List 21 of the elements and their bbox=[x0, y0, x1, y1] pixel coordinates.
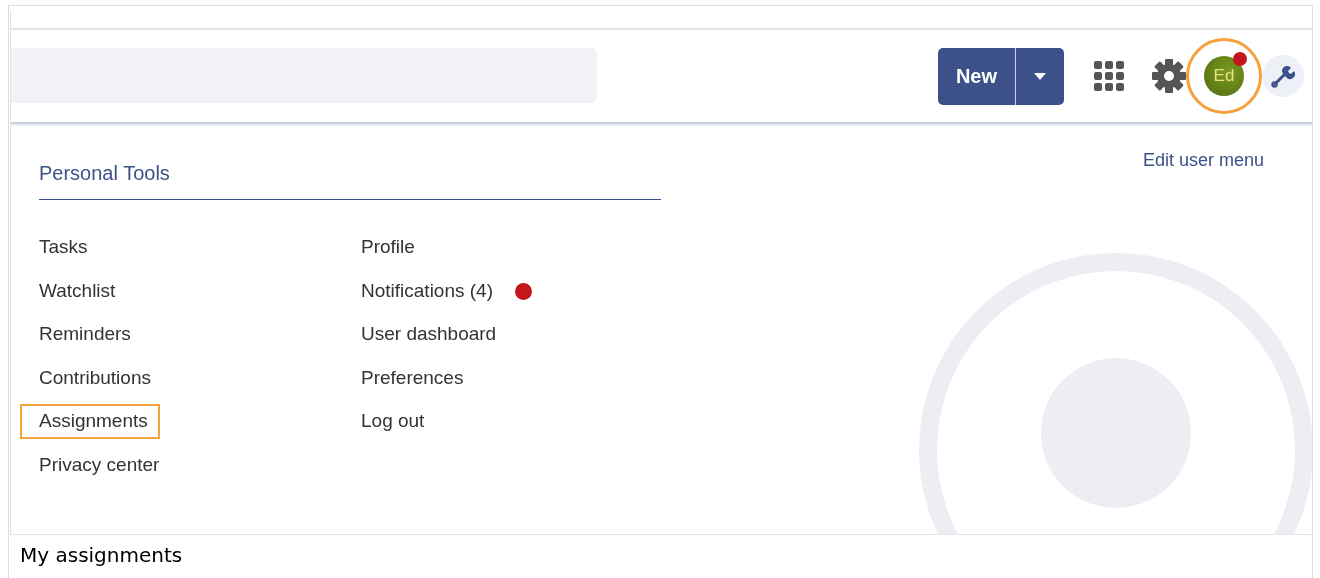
menu-link[interactable]: Tasks bbox=[20, 230, 100, 266]
menu-link[interactable]: Assignments bbox=[20, 404, 160, 440]
section-title: Personal Tools bbox=[39, 162, 661, 200]
caret-icon bbox=[1034, 72, 1046, 80]
menu-link[interactable]: Reminders bbox=[20, 317, 143, 353]
menu-link[interactable]: Watchlist bbox=[20, 273, 128, 309]
apps-grid-icon[interactable] bbox=[1094, 61, 1124, 91]
new-button[interactable]: New bbox=[937, 47, 1064, 105]
edit-menu-link[interactable]: Edit user menu bbox=[1142, 150, 1264, 172]
figure-caption: My assignments bbox=[20, 543, 183, 567]
search-field[interactable] bbox=[11, 47, 597, 103]
menu-link[interactable]: Log out bbox=[342, 404, 437, 440]
user-silhouette-icon bbox=[916, 250, 1312, 534]
settings-icon[interactable] bbox=[1152, 59, 1186, 93]
menu-link[interactable]: Preferences bbox=[342, 360, 476, 396]
menu-link[interactable]: Privacy center bbox=[20, 447, 172, 483]
menu-link[interactable]: Contributions bbox=[20, 360, 163, 396]
wrench-icon[interactable] bbox=[1262, 55, 1304, 97]
menu-link[interactable]: Profile bbox=[342, 230, 427, 266]
menu-link[interactable]: User dashboard bbox=[342, 317, 509, 353]
menu-link[interactable]: Notifications (4) bbox=[342, 273, 505, 309]
